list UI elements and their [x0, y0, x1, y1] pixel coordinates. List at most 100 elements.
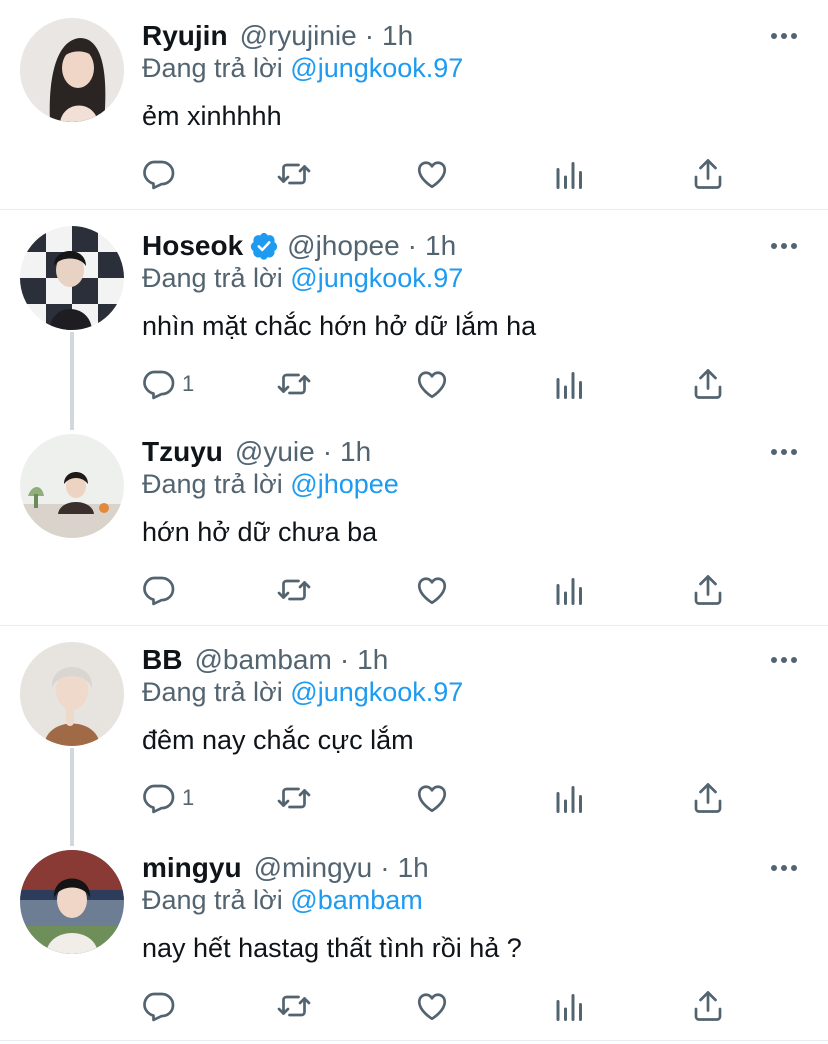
retweet-button[interactable]: [276, 570, 312, 610]
tweet-actions: [140, 986, 740, 1026]
share-icon: [694, 783, 722, 813]
reply-button[interactable]: [140, 154, 182, 194]
analytics-icon: [556, 994, 582, 1021]
verified-badge-icon: [251, 232, 278, 260]
person-hand-on-chin-avatar: [20, 642, 124, 746]
tweet-actions: 1: [140, 778, 740, 818]
divider: [0, 209, 828, 210]
more-options-icon[interactable]: [770, 648, 798, 672]
tweet-text: đêm nay chắc cực lắm: [142, 725, 414, 755]
more-options-icon[interactable]: [770, 856, 798, 880]
analytics-icon: [556, 578, 582, 605]
heart-icon: [417, 371, 447, 399]
analytics-icon: [556, 786, 582, 813]
divider: [0, 625, 828, 626]
man-at-stadium-avatar: [20, 850, 124, 954]
like-button[interactable]: [414, 364, 450, 404]
divider: [0, 1040, 828, 1041]
replying-prefix: Đang trả lời: [142, 885, 283, 915]
analytics-button[interactable]: [552, 986, 588, 1026]
retweet-button[interactable]: [276, 154, 312, 194]
share-icon: [694, 159, 722, 189]
replying-prefix: Đang trả lời: [142, 53, 283, 83]
reply-icon: [143, 370, 175, 400]
retweet-button[interactable]: [276, 778, 312, 818]
share-button[interactable]: [690, 364, 726, 404]
mention-link[interactable]: @bambam: [290, 885, 422, 915]
tweet-mingyu[interactable]: mingyu @mingyu · 1h Đang trả lời @bambam…: [0, 846, 828, 1041]
reply-button[interactable]: [140, 570, 182, 610]
reply-count: 1: [182, 371, 195, 396]
analytics-icon: [556, 372, 582, 399]
reply-button[interactable]: 1: [140, 778, 194, 818]
retweet-icon: [277, 787, 311, 809]
replying-prefix: Đang trả lời: [142, 677, 283, 707]
replying-to: Đang trả lời @jhopee: [142, 464, 399, 504]
share-icon: [694, 369, 722, 399]
more-options-icon[interactable]: [770, 234, 798, 258]
share-button[interactable]: [690, 986, 726, 1026]
share-button[interactable]: [690, 778, 726, 818]
tweet-text: nhìn mặt chắc hớn hở dữ lắm ha: [142, 311, 537, 341]
reply-count: 1: [182, 785, 195, 810]
retweet-button[interactable]: [276, 364, 312, 404]
analytics-icon: [556, 162, 582, 189]
retweet-icon: [277, 373, 311, 395]
analytics-button[interactable]: [552, 778, 588, 818]
checkered-portrait-avatar: [20, 226, 124, 330]
avatar[interactable]: [20, 434, 124, 538]
tweet-hoseok[interactable]: Hoseok @jhopee · 1h Đang trả lời @jungko…: [0, 224, 828, 419]
replying-to: Đang trả lời @jungkook.97: [142, 672, 463, 712]
replying-prefix: Đang trả lời: [142, 469, 283, 499]
more-options-icon[interactable]: [770, 24, 798, 48]
mention-link[interactable]: @jungkook.97: [290, 677, 463, 707]
like-button[interactable]: [414, 778, 450, 818]
tweet-text: ẻm xinhhhh: [142, 101, 282, 131]
retweet-icon: [277, 579, 311, 601]
reply-icon: [143, 160, 175, 190]
mention-link[interactable]: @jungkook.97: [290, 53, 463, 83]
like-button[interactable]: [414, 154, 450, 194]
heart-icon: [417, 161, 447, 189]
reply-button[interactable]: [140, 986, 182, 1026]
avatar[interactable]: [20, 226, 124, 330]
reply-icon: [143, 992, 175, 1022]
avatar[interactable]: [20, 642, 124, 746]
tweet-actions: [140, 154, 740, 194]
tweet-ryujin[interactable]: Ryujin @ryujinie · 1h Đang trả lời @jung…: [0, 14, 828, 209]
tweet-text: nay hết hastag thất tình rồi hả ?: [142, 933, 522, 963]
reply-button[interactable]: 1: [140, 364, 194, 404]
woman-portrait-avatar: [20, 18, 124, 122]
tweet-actions: [140, 570, 740, 610]
avatar[interactable]: [20, 18, 124, 122]
mention-link[interactable]: @jungkook.97: [290, 263, 463, 293]
share-button[interactable]: [690, 570, 726, 610]
retweet-icon: [277, 995, 311, 1017]
replying-prefix: Đang trả lời: [142, 263, 283, 293]
tweet-actions: 1: [140, 364, 740, 404]
replying-to: Đang trả lời @bambam: [142, 880, 423, 920]
retweet-icon: [277, 163, 311, 185]
heart-icon: [417, 577, 447, 605]
analytics-button[interactable]: [552, 364, 588, 404]
like-button[interactable]: [414, 570, 450, 610]
analytics-button[interactable]: [552, 154, 588, 194]
heart-icon: [417, 993, 447, 1021]
retweet-button[interactable]: [276, 986, 312, 1026]
reply-feed: Ryujin @ryujinie · 1h Đang trả lời @jung…: [0, 0, 828, 1044]
tweet-bb[interactable]: BB @bambam · 1h Đang trả lời @jungkook.9…: [0, 638, 828, 833]
reply-icon: [143, 576, 175, 606]
share-button[interactable]: [690, 154, 726, 194]
analytics-button[interactable]: [552, 570, 588, 610]
tweet-text: hớn hở dữ chưa ba: [142, 517, 378, 547]
mention-link[interactable]: @jhopee: [290, 469, 399, 499]
replying-to: Đang trả lời @jungkook.97: [142, 258, 463, 298]
share-icon: [694, 991, 722, 1021]
tweet-tzuyu[interactable]: Tzuyu @yuie · 1h Đang trả lời @jhopee hớ…: [0, 430, 828, 625]
more-options-icon[interactable]: [770, 440, 798, 464]
like-button[interactable]: [414, 986, 450, 1026]
reply-icon: [143, 784, 175, 814]
woman-at-table-avatar: [20, 434, 124, 538]
share-icon: [694, 575, 722, 605]
avatar[interactable]: [20, 850, 124, 954]
